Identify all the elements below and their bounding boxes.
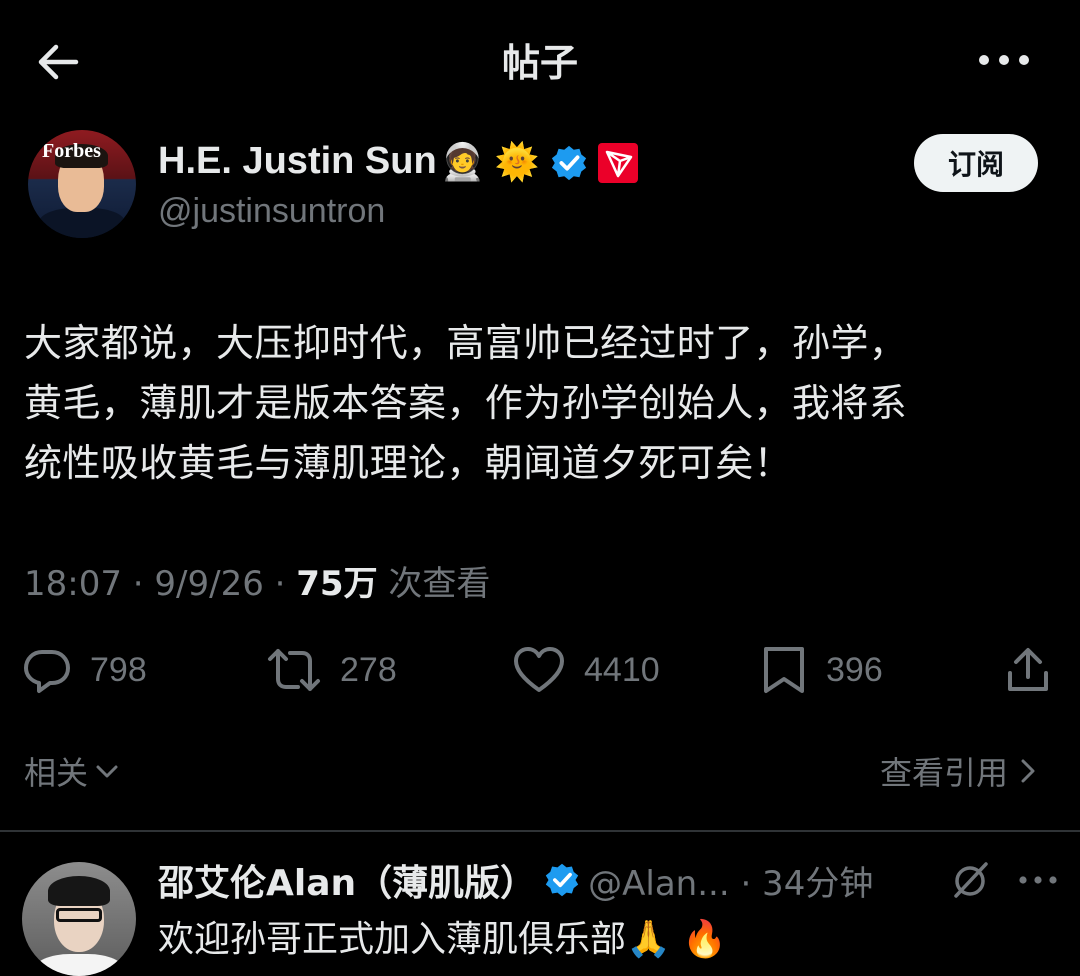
bookmark-count: 396 <box>826 650 883 689</box>
tron-logo-icon[interactable] <box>597 143 638 183</box>
chevron-right-icon <box>1021 759 1035 783</box>
reply-author-name[interactable]: 邵艾伦Alan（薄肌版） <box>158 854 536 906</box>
astronaut-emoji-icon: 🧑‍🚀 <box>440 142 485 183</box>
sun-emoji-icon: 🌞 <box>494 142 540 183</box>
more-options-button[interactable] <box>976 44 1032 76</box>
comment-icon <box>24 650 70 693</box>
view-quotes-link[interactable]: 查看引用 <box>880 748 1038 794</box>
grok-icon[interactable] <box>950 860 990 900</box>
related-dropdown[interactable]: 相关 <box>24 748 120 794</box>
subscribe-button[interactable]: 订阅 <box>914 134 1038 192</box>
reply-avatar-hair <box>48 876 110 906</box>
more-horizontal-icon[interactable] <box>1018 870 1058 890</box>
retweet-count: 278 <box>340 650 397 689</box>
verified-badge-icon[interactable] <box>550 144 588 182</box>
reply-text: 欢迎孙哥正式加入薄肌俱乐部🙏 🔥 <box>158 919 728 960</box>
heart-icon <box>514 647 564 692</box>
avatar-suit <box>38 208 126 238</box>
reply-header: 邵艾伦Alan（薄肌版） @Alan... · 34分钟 <box>158 852 873 908</box>
tweet-text: 大家都说，大压抑时代，高富帅已经过时了，孙学， 黄毛，薄肌才是版本答案，作为孙学… <box>24 321 908 485</box>
reply-button[interactable]: 798 <box>22 640 147 700</box>
bookmark-icon <box>764 647 804 693</box>
reply-avatar-glasses <box>56 908 102 922</box>
share-button[interactable] <box>1004 640 1052 700</box>
retweet-button[interactable]: 278 <box>266 640 397 700</box>
bookmark-button[interactable]: 396 <box>760 640 883 700</box>
author-handle[interactable]: @justinsuntron <box>158 192 385 231</box>
reply-icons <box>950 860 1058 900</box>
reply-avatar[interactable] <box>22 862 136 976</box>
author-badges: 🧑‍🚀 🌞 <box>440 138 638 188</box>
chevron-down-icon <box>96 765 118 778</box>
like-button[interactable]: 4410 <box>512 640 660 700</box>
author-avatar[interactable]: Forbes <box>28 130 136 238</box>
related-label: 相关 <box>24 754 89 792</box>
like-count: 4410 <box>584 650 660 689</box>
view-count[interactable]: 75万 <box>296 564 377 604</box>
share-icon <box>1008 648 1048 691</box>
retweet-icon <box>268 649 320 691</box>
reply-count: 798 <box>90 650 147 689</box>
tweet-time: 18:07 · 9/9/26 · <box>24 564 297 604</box>
view-label: 次查看 <box>377 564 491 604</box>
divider <box>0 830 1080 832</box>
reply-avatar-body <box>34 954 124 976</box>
reply-handle-time[interactable]: @Alan... · 34分钟 <box>588 856 873 905</box>
page-title: 帖子 <box>501 41 578 85</box>
tweet-meta: 18:07 · 9/9/26 · 75万 次查看 <box>24 556 490 605</box>
more-horizontal-icon <box>979 55 1029 65</box>
author-name[interactable]: H.E. Justin Sun <box>158 140 437 183</box>
top-bar: 帖子 <box>0 0 1080 120</box>
verified-badge-icon[interactable] <box>544 862 580 898</box>
view-quotes-label: 查看引用 <box>880 754 1009 792</box>
avatar-brand-text: Forbes <box>42 140 101 162</box>
